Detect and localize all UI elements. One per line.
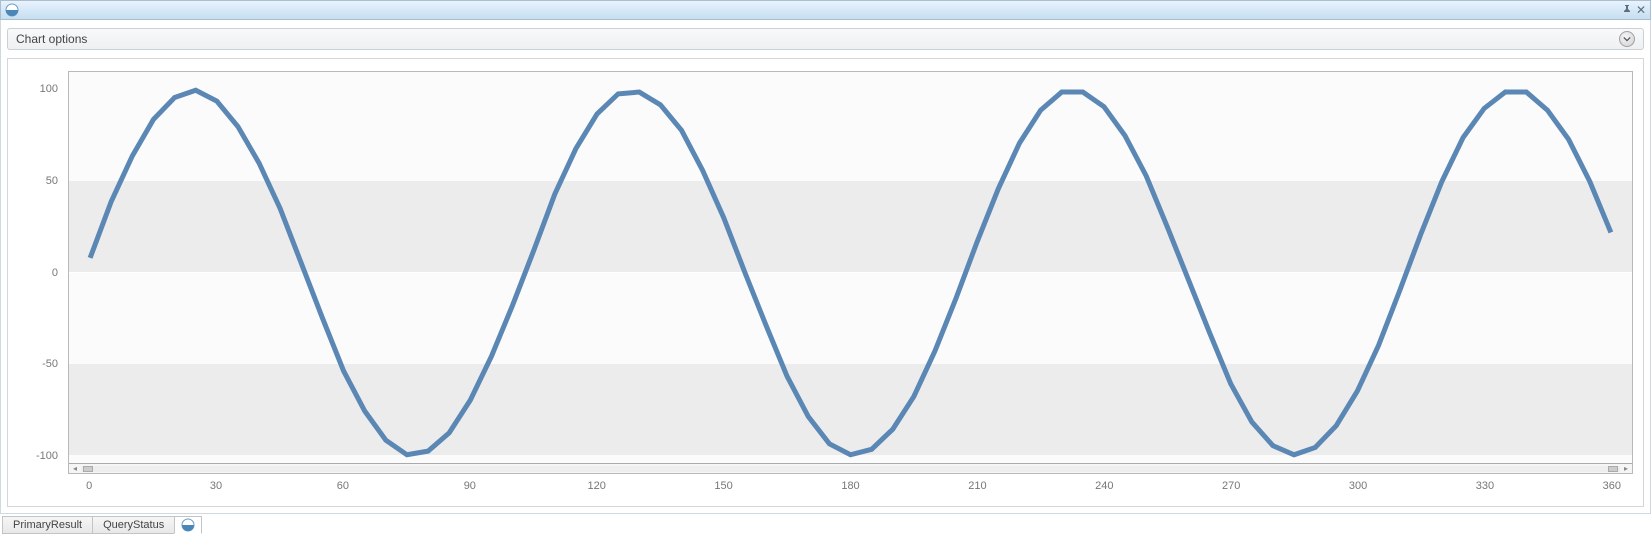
close-icon[interactable]: ✕ <box>1636 5 1646 15</box>
scroll-left-arrow-icon[interactable]: ◂ <box>69 464 81 473</box>
tab-chart[interactable] <box>174 516 202 534</box>
x-tick-label: 210 <box>968 480 986 492</box>
plot-area: ◂ ▸ <box>68 71 1633 474</box>
tab-primary-result[interactable]: PrimaryResult <box>2 516 93 534</box>
x-axis: 0 30 60 90 120 150 180 210 240 270 300 330 360 <box>68 474 1633 498</box>
x-tick-label: 0 <box>86 480 92 492</box>
y-tick-label: -100 <box>36 450 58 462</box>
chart-options-expand-icon[interactable] <box>1619 31 1635 47</box>
panel-titlebar: ✕ <box>0 0 1651 20</box>
scroll-thumb-right[interactable] <box>1608 466 1618 472</box>
x-tick-label: 180 <box>841 480 859 492</box>
x-tick-label: 270 <box>1222 480 1240 492</box>
scroll-track[interactable] <box>81 466 1620 472</box>
x-tick-label: 90 <box>464 480 476 492</box>
x-tick-label: 150 <box>714 480 732 492</box>
x-tick-label: 60 <box>337 480 349 492</box>
y-tick-label: 0 <box>52 267 58 279</box>
x-tick-label: 300 <box>1349 480 1367 492</box>
chart-options-bar[interactable]: Chart options <box>7 28 1644 50</box>
x-tick-label: 330 <box>1476 480 1494 492</box>
x-tick-label: 30 <box>210 480 222 492</box>
x-tick-label: 360 <box>1603 480 1621 492</box>
chart-panel: -100-50050100 ◂ ▸ 03060901201501802 <box>7 58 1644 507</box>
chart-horizontal-scrollbar[interactable]: ◂ ▸ <box>69 463 1632 473</box>
chart-line <box>69 72 1632 473</box>
chart-tab-orb-icon <box>181 518 195 532</box>
chart-options-label: Chart options <box>16 32 87 46</box>
scroll-right-arrow-icon[interactable]: ▸ <box>1620 464 1632 473</box>
x-tick-label: 120 <box>588 480 606 492</box>
scroll-thumb-left[interactable] <box>83 466 93 472</box>
result-tabstrip: PrimaryResult QueryStatus <box>0 514 1651 536</box>
x-tick-label: 240 <box>1095 480 1113 492</box>
app-orb-icon <box>5 3 19 17</box>
y-tick-label: 100 <box>40 83 58 95</box>
tab-query-status[interactable]: QueryStatus <box>92 516 175 534</box>
y-tick-label: 50 <box>46 175 58 187</box>
main-panel: Chart options -100 -50 0 50 100 ◂ <box>0 20 1651 514</box>
pin-icon[interactable] <box>1622 5 1632 15</box>
y-tick-label: -50 <box>42 358 58 370</box>
y-axis: -100 -50 0 50 100 <box>18 71 68 474</box>
